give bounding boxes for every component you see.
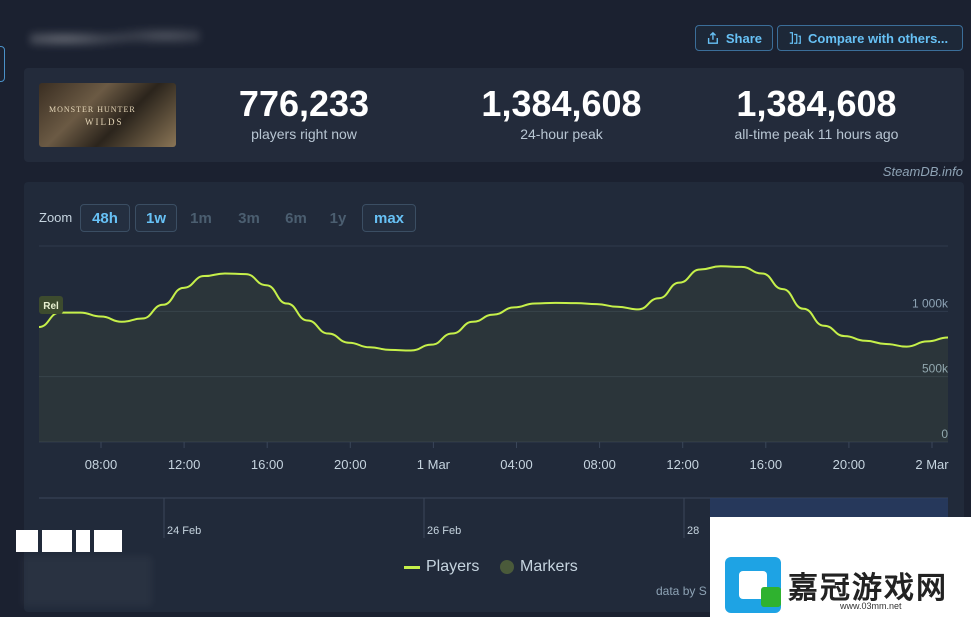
legend-label: Markers [520, 558, 578, 575]
watermark-logo-icon [725, 557, 781, 613]
players-legend-line [404, 565, 420, 569]
watermark-url: www.03mm.net [840, 601, 902, 611]
stat-24h-peak: 1,384,608 24-hour peak [449, 83, 674, 143]
x-tick-label: 12:00 [666, 457, 699, 472]
stat-label: 24-hour peak [520, 126, 603, 142]
watermark-left [16, 530, 122, 552]
share-button[interactable]: Share [695, 25, 773, 51]
navigator-label: 24 Feb [167, 525, 201, 537]
stat-value: 776,233 [238, 83, 370, 124]
stat-label: all-time peak 11 hours ago [734, 126, 899, 142]
x-tick-label: 20:00 [833, 457, 866, 472]
watermark-logo-accent [761, 587, 781, 607]
game-title-blurred [30, 24, 200, 54]
legend-item-players[interactable]: Players [404, 558, 479, 576]
x-tick-label: 1 Mar [417, 457, 451, 472]
watermark-glyph [16, 530, 38, 552]
stat-current-players: 776,233 players right now [204, 83, 404, 143]
navigator-label: 26 Feb [427, 525, 461, 537]
x-tick-label: 20:00 [334, 457, 367, 472]
watermark-glyph [76, 530, 90, 552]
sidebar-edge-button[interactable] [0, 46, 5, 82]
compare-button[interactable]: Compare with others... [777, 25, 963, 51]
stat-all-time-peak: 1,384,608 all-time peak 11 hours ago [704, 83, 929, 143]
watermark-right: 嘉冠游戏网 www.03mm.net [710, 517, 971, 617]
share-icon [707, 31, 718, 44]
x-tick-label: 16:00 [750, 457, 783, 472]
x-tick-label: 2 Mar [915, 457, 949, 472]
x-tick-label: 04:00 [500, 457, 533, 472]
stat-value: 1,384,608 [736, 83, 897, 124]
navigator-label: 28 [687, 525, 699, 537]
thumbnail-subtitle: WILDS [85, 117, 124, 127]
markers-legend-dot [500, 560, 514, 574]
compare-icon [789, 32, 801, 44]
stat-label: players right now [251, 126, 357, 142]
thumbnail-title: MONSTER HUNTER [49, 105, 136, 114]
steamdb-credit[interactable]: SteamDB.info [883, 164, 963, 179]
x-tick-label: 16:00 [251, 457, 284, 472]
marker-rel-label: Rel [43, 301, 59, 312]
x-tick-label: 12:00 [168, 457, 201, 472]
watermark-blur [22, 556, 152, 606]
watermark-glyph [94, 530, 122, 552]
x-tick-label: 08:00 [85, 457, 118, 472]
share-label: Share [725, 30, 762, 46]
watermark-glyph [42, 530, 72, 552]
legend-label: Players [426, 558, 480, 575]
x-tick-label: 08:00 [583, 457, 616, 472]
game-thumbnail[interactable]: MONSTER HUNTER WILDS [39, 83, 176, 147]
stat-value: 1,384,608 [481, 83, 642, 124]
y-tick-label: 1 000k [912, 296, 949, 310]
legend-item-markers[interactable]: Markers [500, 558, 578, 576]
stats-panel: MONSTER HUNTER WILDS 776,233 players rig… [24, 68, 964, 162]
compare-label: Compare with others... [808, 30, 949, 46]
data-by-credit: data by S [656, 584, 707, 598]
